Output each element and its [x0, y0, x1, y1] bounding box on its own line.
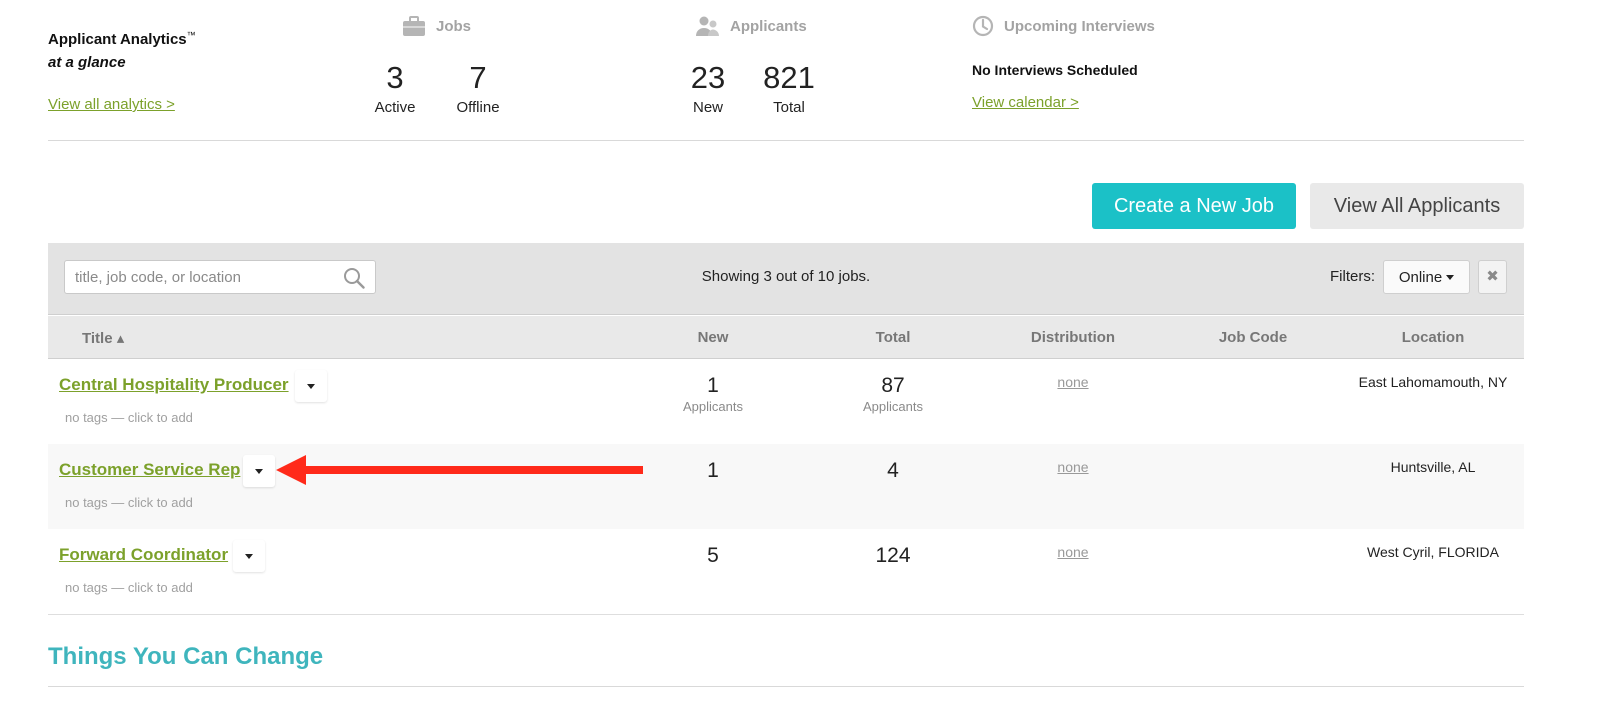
job-filter-bar: Showing 3 out of 10 jobs. Filters: Onlin… — [48, 243, 1524, 315]
column-header-location[interactable]: Location — [1402, 329, 1465, 346]
jobs-active-count: 3 — [386, 60, 404, 95]
view-calendar-link[interactable]: View calendar > — [972, 94, 1079, 111]
briefcase-icon — [402, 15, 426, 37]
analytics-brand: Applicant Analytics™ at a glance View al… — [48, 30, 196, 113]
job-count-summary: Showing 3 out of 10 jobs. — [701, 268, 871, 285]
interviews-status: No Interviews Scheduled — [972, 62, 1138, 78]
jobs-stat-label: Jobs — [436, 17, 472, 35]
column-header-distribution[interactable]: Distribution — [1031, 329, 1115, 346]
new-applicants-count: 1 — [707, 374, 719, 397]
distribution-link[interactable]: none — [1013, 544, 1133, 560]
table-row: Forward Coordinator no tags — click to a… — [48, 529, 1524, 615]
applicants-new-label: New — [692, 99, 723, 116]
applicants-total-count: 821 — [763, 60, 815, 95]
column-header-title[interactable]: Title ▴ — [82, 329, 124, 347]
job-actions-dropdown[interactable] — [233, 540, 265, 572]
status-filter-value: Online — [1398, 268, 1443, 286]
analytics-title: Applicant Analytics™ — [48, 30, 196, 48]
jobs-stat-header: Jobs — [402, 15, 471, 37]
analytics-panel: Applicant Analytics™ at a glance View al… — [48, 0, 1524, 141]
interviews-stat-label: Upcoming Interviews — [1004, 17, 1155, 35]
total-applicants-label: Applicants — [863, 399, 923, 414]
applicants-new-count: 23 — [690, 60, 726, 95]
section-divider — [48, 686, 1524, 687]
total-applicants-count: 87 — [881, 374, 905, 397]
people-icon — [696, 15, 720, 37]
trademark-mark: ™ — [186, 30, 196, 40]
view-all-applicants-button[interactable]: View All Applicants — [1310, 183, 1524, 229]
filters-label: Filters: — [1330, 268, 1375, 285]
column-header-total[interactable]: Total — [876, 329, 911, 346]
interviews-stat-header: Upcoming Interviews — [972, 15, 1155, 37]
total-applicants-count: 124 — [875, 544, 911, 567]
create-new-job-button[interactable]: Create a New Job — [1092, 183, 1296, 229]
distribution-link[interactable]: none — [1013, 374, 1133, 390]
job-table-header: Title ▴ New Total Distribution Job Code … — [48, 316, 1524, 359]
applicants-total-label: Total — [773, 99, 805, 116]
analytics-subtitle: at a glance — [48, 54, 126, 71]
close-icon: ✖ — [1486, 268, 1499, 285]
job-tags[interactable]: no tags — click to add — [65, 410, 193, 425]
job-actions-dropdown[interactable] — [295, 370, 327, 402]
applicants-stat-header: Applicants — [696, 15, 807, 37]
job-title-link[interactable]: Customer Service Rep — [59, 460, 240, 480]
clear-filters-button[interactable]: ✖ — [1478, 260, 1507, 294]
job-title-link[interactable]: Central Hospitality Producer — [59, 375, 289, 395]
jobs-active-label: Active — [374, 99, 416, 116]
chevron-down-icon — [307, 383, 315, 389]
status-filter-select[interactable]: Online — [1383, 260, 1470, 294]
job-location: West Cyril, FLORIDA — [1367, 544, 1499, 560]
job-tags[interactable]: no tags — click to add — [65, 580, 193, 595]
clock-icon — [972, 15, 994, 37]
job-actions-dropdown[interactable] — [243, 455, 275, 487]
jobs-offline-count: 7 — [469, 60, 487, 95]
jobs-offline-label: Offline — [456, 99, 500, 116]
new-applicants-count: 1 — [707, 459, 719, 482]
new-applicants-count: 5 — [707, 544, 719, 567]
chevron-down-icon — [245, 553, 253, 559]
job-location: Huntsville, AL — [1390, 459, 1476, 475]
annotation-arrow — [276, 455, 643, 485]
job-title-link[interactable]: Forward Coordinator — [59, 545, 228, 565]
chevron-down-icon — [255, 468, 263, 474]
chevron-down-icon — [1446, 274, 1455, 280]
applicants-stat-label: Applicants — [730, 17, 807, 35]
distribution-link[interactable]: none — [1013, 459, 1133, 475]
section-title: Things You Can Change — [48, 643, 324, 670]
total-applicants-count: 4 — [887, 459, 899, 482]
new-applicants-label: Applicants — [683, 399, 743, 414]
table-row: Customer Service Rep no tags — click to … — [48, 444, 1524, 530]
table-row: Central Hospitality Producer no tags — c… — [48, 359, 1524, 445]
column-header-new[interactable]: New — [698, 329, 729, 346]
column-header-job-code[interactable]: Job Code — [1219, 329, 1287, 346]
job-tags[interactable]: no tags — click to add — [65, 495, 193, 510]
view-all-analytics-link[interactable]: View all analytics > — [48, 96, 175, 113]
job-location: East Lahomamouth, NY — [1358, 374, 1508, 390]
